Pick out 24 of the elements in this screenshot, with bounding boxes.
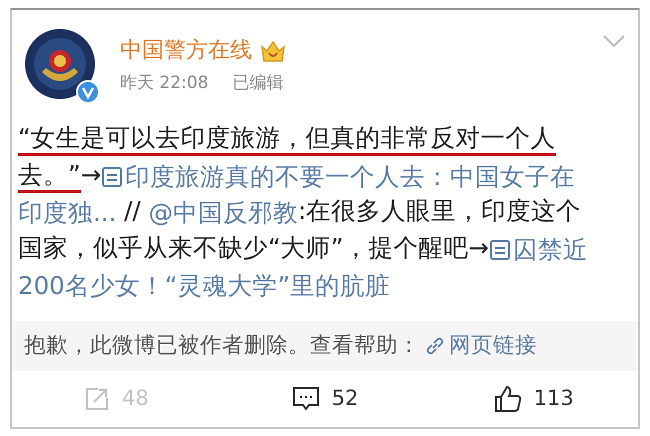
deleted-notice: 抱歉，此微博已被作者删除。查看帮助： [24, 332, 420, 360]
edited-label: 已编辑 [232, 72, 284, 95]
post-text: 去。” [18, 158, 81, 193]
thumbs-up-icon[interactable] [494, 384, 522, 413]
post-text: “女生是可以去印度旅游，但真的非常反对一个人 [18, 122, 556, 156]
post-text: → [80, 158, 102, 191]
crown-icon [260, 39, 286, 63]
comment-icon[interactable] [292, 386, 320, 412]
post-text: // [123, 195, 142, 228]
post-link[interactable]: 囚禁近 [512, 234, 588, 264]
post-text: :在很多人眼里，印度这个 [298, 195, 582, 228]
like-count: 113 [534, 385, 574, 412]
avatar-icon[interactable] [24, 28, 96, 100]
post-link[interactable]: @中国反邪教 [148, 198, 298, 228]
author-name[interactable]: 中国警方在线 [120, 36, 252, 66]
post-time: 昨天 22:08 [120, 72, 208, 95]
verified-icon [76, 80, 100, 104]
post-text: 国家，似乎从来不缺少“大师”，提个醒吧→ [18, 232, 489, 264]
post-link[interactable]: 印度独... [18, 198, 116, 228]
repost-count: 48 [122, 385, 149, 412]
post-link[interactable]: 200名少女！“灵魂大学”里的肮脏 [18, 271, 390, 300]
post-link[interactable]: 印度旅游真的不要一个人去：中国女子在 [125, 162, 576, 191]
web-link[interactable]: 网页链接 [449, 330, 537, 361]
comment-count: 52 [332, 385, 358, 412]
